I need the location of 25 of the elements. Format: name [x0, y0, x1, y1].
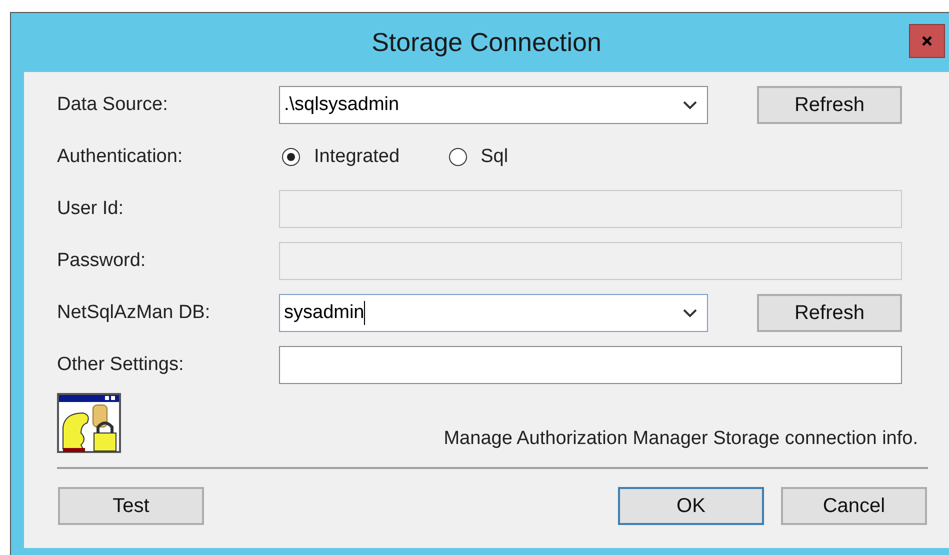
close-icon: [921, 34, 933, 46]
field-label: NetSqlAzMan DB:: [57, 302, 212, 324]
window-title: Storage Connection: [372, 27, 602, 58]
dialog-button[interactable]: Cancel: [781, 487, 927, 525]
radio-button[interactable]: [448, 148, 467, 166]
user-lock-icon: [57, 393, 123, 455]
dropdown-field[interactable]: .\sqlsysadmin: [279, 86, 708, 124]
field-label: User Id:: [57, 198, 125, 220]
chevron-down-icon: [683, 308, 697, 318]
radio-label[interactable]: Integrated: [314, 146, 400, 168]
refresh-button[interactable]: Refresh: [757, 86, 902, 124]
field-label: Authentication:: [57, 146, 184, 168]
dropdown-field[interactable]: sysadmin: [279, 294, 708, 332]
field-label: Other Settings:: [57, 354, 185, 376]
chevron-down-icon: [683, 100, 697, 110]
radio-button[interactable]: [282, 148, 300, 166]
info-text: Manage Authorization Manager Storage connection info.: [444, 428, 918, 450]
input-field[interactable]: [279, 346, 902, 384]
dialog-button[interactable]: Test: [58, 487, 204, 525]
field-label: Data Source:: [57, 94, 169, 116]
dialog-button[interactable]: OK: [618, 487, 764, 525]
field-label: Password:: [57, 250, 147, 272]
refresh-button[interactable]: Refresh: [757, 294, 902, 332]
radio-label[interactable]: Sql: [480, 146, 508, 168]
close-button[interactable]: [909, 24, 945, 58]
